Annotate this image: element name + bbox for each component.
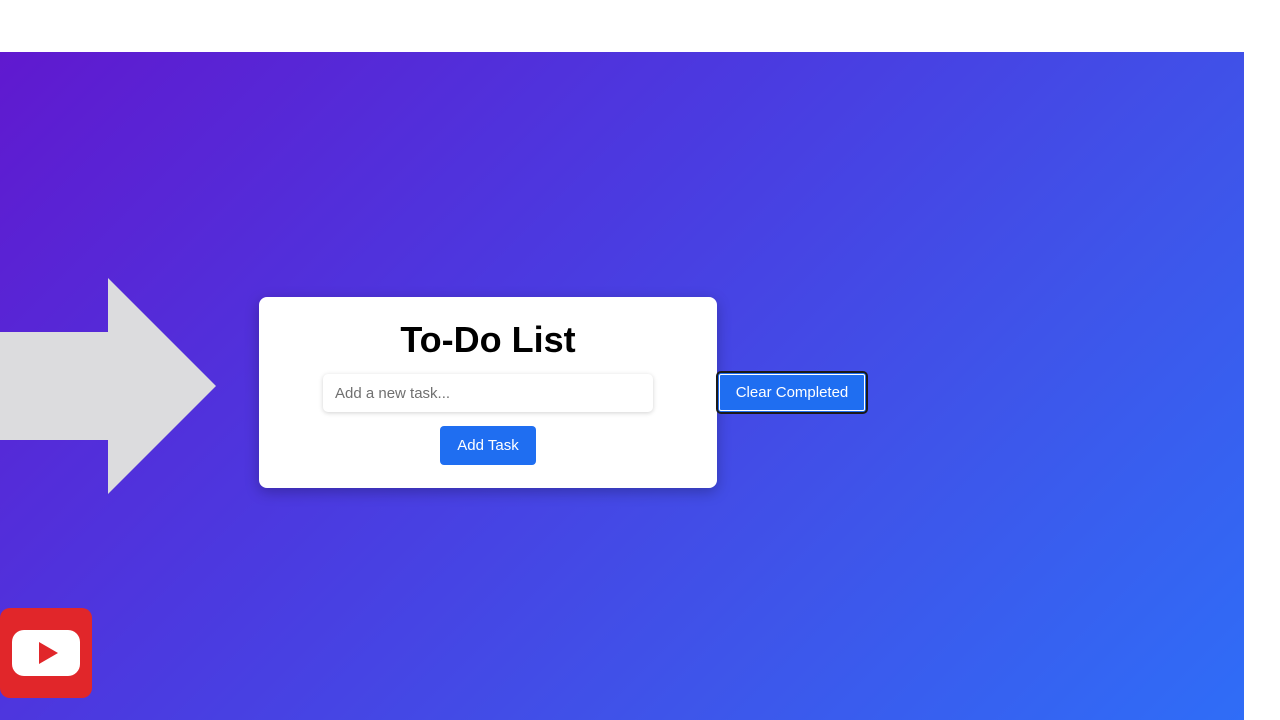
arrow-right-icon (0, 278, 216, 494)
todo-card: To-Do List Add Task (259, 297, 717, 488)
clear-completed-button[interactable]: Clear Completed (716, 371, 868, 414)
task-input[interactable] (323, 374, 653, 412)
app-background: To-Do List Add Task Clear Completed (0, 52, 1244, 720)
page-title: To-Do List (400, 319, 576, 360)
youtube-icon (0, 608, 92, 698)
add-task-button[interactable]: Add Task (440, 426, 536, 465)
